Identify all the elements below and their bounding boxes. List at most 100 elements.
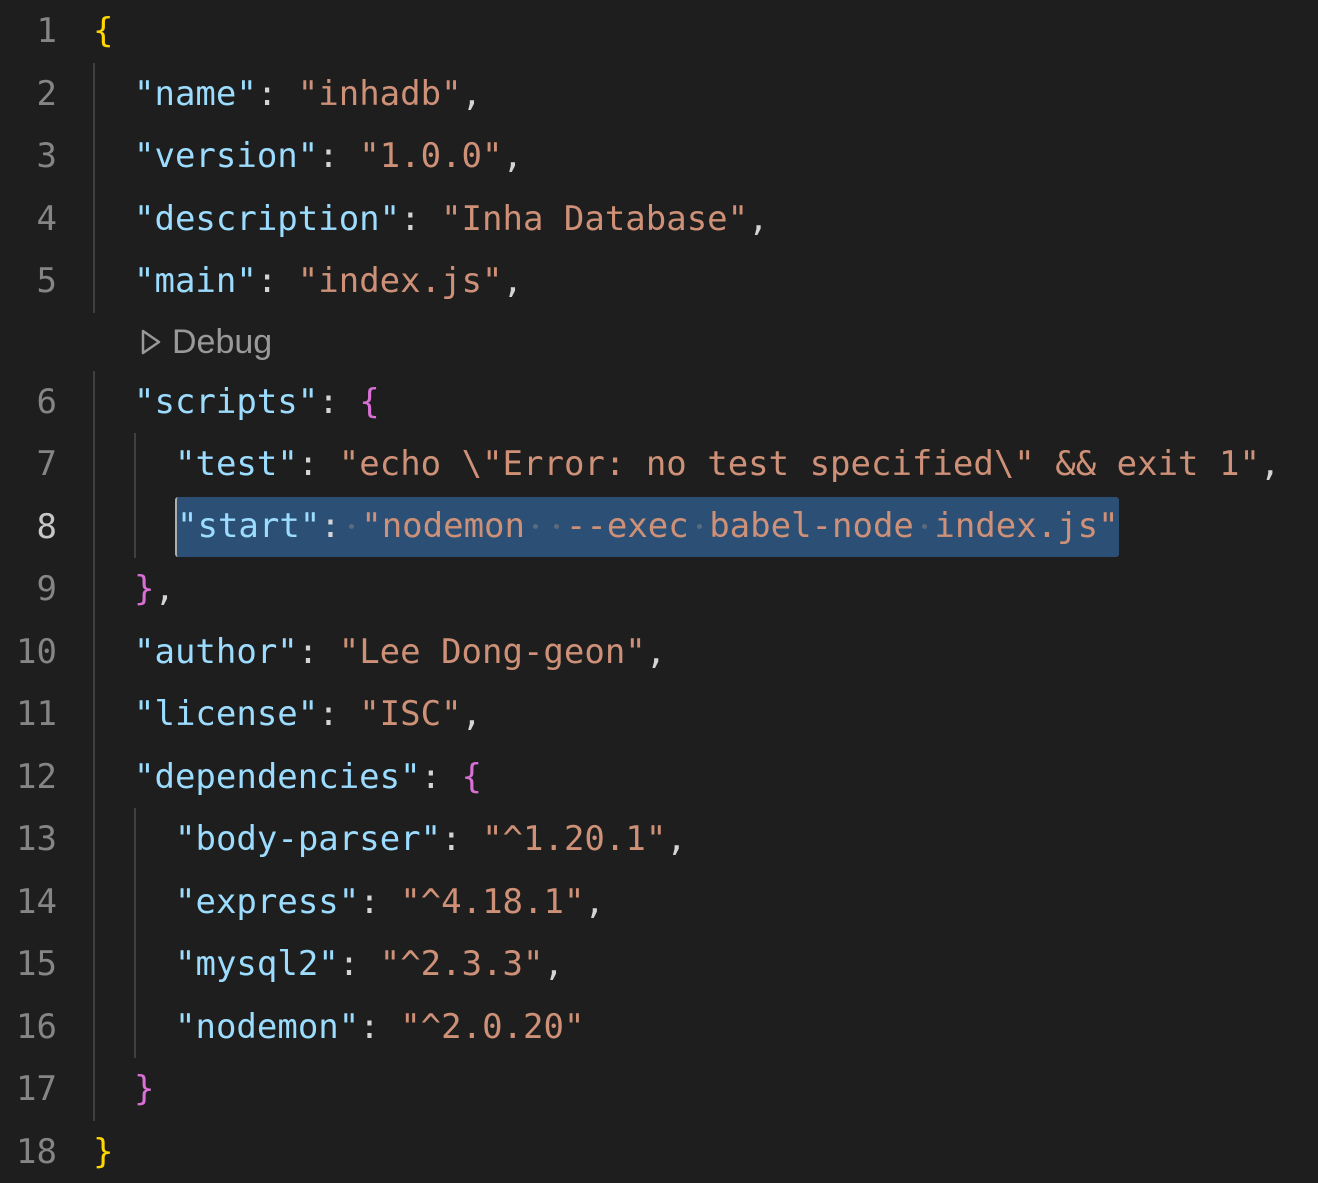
line-content[interactable]: "author": "Lee Dong-geon", xyxy=(93,621,666,684)
line-content[interactable]: "express": "^4.18.1", xyxy=(93,871,605,934)
code-line[interactable]: 15 "mysql2": "^2.3.3", xyxy=(0,933,1318,996)
token-brace2: } xyxy=(134,1069,154,1109)
token-punct: : xyxy=(318,382,359,422)
line-number[interactable]: 15 xyxy=(0,933,57,996)
code-line[interactable]: 4 "description": "Inha Database", xyxy=(0,188,1318,251)
whitespace-dot xyxy=(545,497,565,555)
line-number[interactable]: 6 xyxy=(0,371,57,434)
token-punct: , xyxy=(646,632,666,672)
code-line[interactable]: 2 "name": "inhadb", xyxy=(0,63,1318,126)
token-key: "test" xyxy=(175,444,298,484)
line-content[interactable]: "start": "nodemon --exec babel-node inde… xyxy=(93,496,1119,559)
whitespace-dot xyxy=(689,497,709,555)
line-content[interactable]: }, xyxy=(93,558,175,621)
token-brace2: { xyxy=(359,382,379,422)
token-punct: , xyxy=(462,74,482,114)
token-punct: : xyxy=(400,199,441,239)
line-number[interactable]: 18 xyxy=(0,1121,57,1183)
line-content[interactable]: "test": "echo \"Error: no test specified… xyxy=(93,433,1280,496)
line-number[interactable]: 10 xyxy=(0,621,57,684)
indent-guide xyxy=(93,250,134,313)
line-number[interactable]: 1 xyxy=(0,0,57,63)
code-line[interactable]: 3 "version": "1.0.0", xyxy=(0,125,1318,188)
code-line[interactable]: 8 "start": "nodemon --exec babel-node ind… xyxy=(0,496,1318,559)
token-str: "inhadb" xyxy=(298,74,462,114)
code-line[interactable]: 14 "express": "^4.18.1", xyxy=(0,871,1318,934)
token-punct: : xyxy=(339,944,380,984)
line-content[interactable]: "license": "ISC", xyxy=(93,683,482,746)
token-punct: , xyxy=(1260,444,1280,484)
line-number[interactable]: 17 xyxy=(0,1058,57,1121)
indent-guide xyxy=(134,808,175,871)
line-number[interactable]: 5 xyxy=(0,250,57,313)
line-number[interactable]: 14 xyxy=(0,871,57,934)
codelens-row: Debug xyxy=(0,313,1318,371)
whitespace-dot xyxy=(525,497,545,555)
token-str: "ISC" xyxy=(359,694,461,734)
indent-guide xyxy=(93,558,134,621)
indent-guide xyxy=(134,933,175,996)
line-number[interactable]: 2 xyxy=(0,63,57,126)
token-punct: , xyxy=(502,261,522,301)
code-line[interactable]: 1{ xyxy=(0,0,1318,63)
line-content[interactable]: "version": "1.0.0", xyxy=(93,125,523,188)
line-content[interactable]: "dependencies": { xyxy=(93,746,482,809)
code-line[interactable]: 18} xyxy=(0,1121,1318,1183)
token-key: "name" xyxy=(134,74,257,114)
token-str: "1.0.0" xyxy=(359,136,502,176)
indent-guide xyxy=(93,63,134,126)
line-number[interactable]: 11 xyxy=(0,683,57,746)
indent-guide xyxy=(93,933,134,996)
token-key: "body-parser" xyxy=(175,819,441,859)
code-line[interactable]: 9}, xyxy=(0,558,1318,621)
line-number[interactable]: 12 xyxy=(0,746,57,809)
code-line[interactable]: 6 "scripts": { xyxy=(0,371,1318,434)
code-line[interactable]: 5 "main": "index.js", xyxy=(0,250,1318,313)
token-punct: : xyxy=(359,882,400,922)
token-str: "index.js" xyxy=(298,261,503,301)
line-content[interactable]: "name": "inhadb", xyxy=(93,63,482,126)
indent-guide xyxy=(93,433,134,496)
line-content[interactable]: "body-parser": "^1.20.1", xyxy=(93,808,687,871)
token-punct: , xyxy=(543,944,563,984)
code-line[interactable]: 11 "license": "ISC", xyxy=(0,683,1318,746)
line-number[interactable]: 9 xyxy=(0,558,57,621)
line-content[interactable]: "main": "index.js", xyxy=(93,250,523,313)
line-content[interactable]: "scripts": { xyxy=(93,371,380,434)
line-number[interactable]: 3 xyxy=(0,125,57,188)
line-number[interactable]: 13 xyxy=(0,808,57,871)
line-number[interactable]: 4 xyxy=(0,188,57,251)
indent-guide xyxy=(93,1058,134,1121)
line-content[interactable]: } xyxy=(93,1058,154,1121)
token-key: "main" xyxy=(134,261,257,301)
token-punct: , xyxy=(748,199,768,239)
line-number[interactable]: 7 xyxy=(0,433,57,496)
line-content[interactable]: } xyxy=(93,1121,113,1183)
line-number[interactable]: 16 xyxy=(0,996,57,1059)
whitespace-dot xyxy=(341,497,361,555)
indent-guide xyxy=(93,996,134,1059)
code-line[interactable]: 10 "author": "Lee Dong-geon", xyxy=(0,621,1318,684)
line-content[interactable]: { xyxy=(93,0,113,63)
whitespace-dot xyxy=(914,497,934,555)
indent-guide xyxy=(93,808,134,871)
debug-codelens[interactable]: Debug xyxy=(140,313,272,371)
line-number[interactable]: 8 xyxy=(0,496,57,559)
line-content[interactable]: "nodemon": "^2.0.20" xyxy=(93,996,584,1059)
code-line[interactable]: 13 "body-parser": "^1.20.1", xyxy=(0,808,1318,871)
token-punct: : xyxy=(257,74,298,114)
code-line[interactable]: 16 "nodemon": "^2.0.20" xyxy=(0,996,1318,1059)
token-key: "dependencies" xyxy=(134,757,421,797)
code-editor[interactable]: 1{2"name": "inhadb",3"version": "1.0.0",… xyxy=(0,0,1318,1183)
line-content[interactable]: "mysql2": "^2.3.3", xyxy=(93,933,564,996)
token-str: "^4.18.1" xyxy=(400,882,584,922)
token-key: "description" xyxy=(134,199,400,239)
line-content[interactable]: "description": "Inha Database", xyxy=(93,188,769,251)
token-brace1: { xyxy=(93,11,113,51)
code-line[interactable]: 17} xyxy=(0,1058,1318,1121)
code-line[interactable]: 7 "test": "echo \"Error: no test specifie… xyxy=(0,433,1318,496)
debug-label[interactable]: Debug xyxy=(172,313,272,371)
token-key: "author" xyxy=(134,632,298,672)
code-line[interactable]: 12 "dependencies": { xyxy=(0,746,1318,809)
text-selection[interactable]: "start": "nodemon --exec babel-node inde… xyxy=(175,497,1119,557)
